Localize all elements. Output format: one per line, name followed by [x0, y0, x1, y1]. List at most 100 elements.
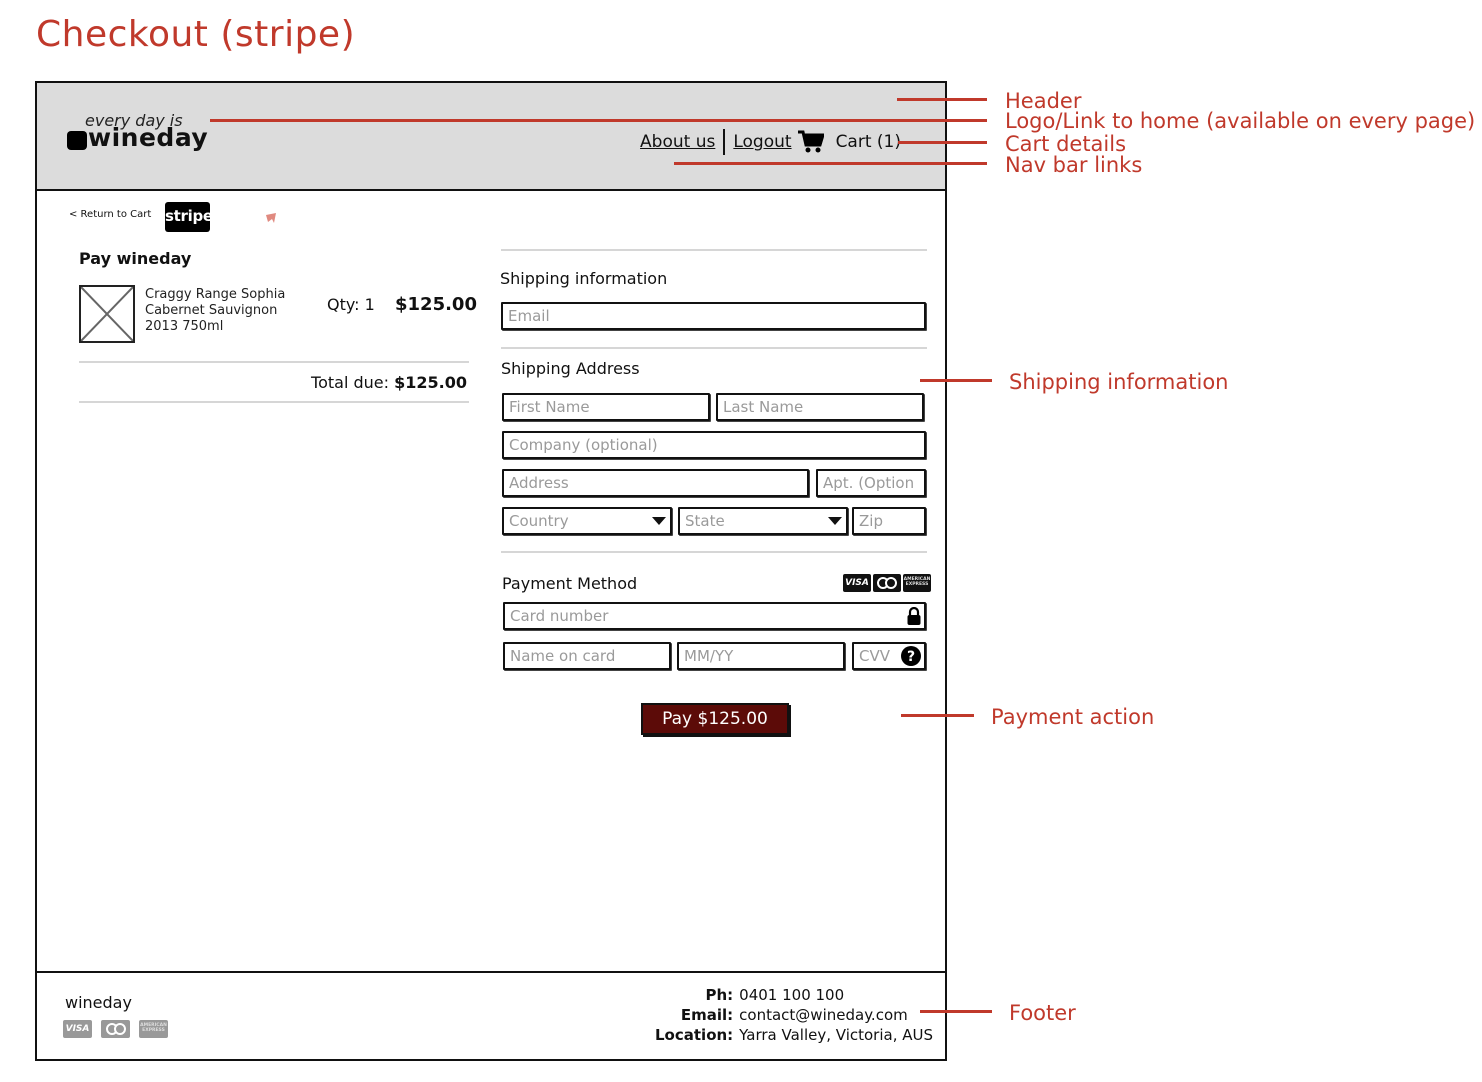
- product-name-line: 2013 750ml: [145, 319, 224, 334]
- cart-link[interactable]: Cart (1): [797, 130, 901, 154]
- footer-accepted-cards: VISA AMERICAN EXPRESS: [63, 1020, 168, 1038]
- product-name-line: Cabernet Sauvignon: [145, 303, 278, 318]
- site-footer: wineday VISA AMERICAN EXPRESS Ph: 0401 100…: [37, 971, 945, 1059]
- divider: [79, 401, 469, 403]
- contact-email: Email: contact@wineday.com: [613, 1005, 933, 1025]
- product-name: Craggy Range Sophia Cabernet Sauvignon 2…: [145, 287, 305, 335]
- page-title: Checkout (stripe): [36, 14, 356, 55]
- apt-placeholder: Apt. (Option: [823, 474, 915, 492]
- mastercard-icon: [101, 1020, 130, 1038]
- name-on-card-field[interactable]: Name on card: [503, 642, 671, 670]
- expiry-placeholder: MM/YY: [684, 647, 734, 665]
- annotation-line: [674, 162, 987, 165]
- product-image-placeholder: [79, 285, 135, 343]
- email-placeholder: Email: [508, 307, 550, 325]
- contact-key: Location:: [655, 1026, 734, 1044]
- order-summary-title: Pay wineday: [79, 249, 192, 268]
- cart-count: Cart (1): [835, 132, 901, 152]
- shipping-information-label: Shipping information: [500, 269, 668, 288]
- product-quantity: Qty: 1: [327, 295, 375, 314]
- divider: [501, 551, 927, 553]
- dropdown-caret-icon: [652, 517, 666, 525]
- last-name-placeholder: Last Name: [723, 398, 804, 416]
- annotation-line: [901, 714, 974, 717]
- shipping-address-label: Shipping Address: [501, 359, 640, 378]
- contact-value: Yarra Valley, Victoria, AUS: [739, 1026, 933, 1044]
- state-select[interactable]: State: [678, 507, 848, 535]
- contact-value: 0401 100 100: [739, 986, 845, 1004]
- address-field[interactable]: Address: [502, 469, 809, 497]
- total-due-label: Total due:: [311, 373, 390, 392]
- annotation-payment: Payment action: [991, 705, 1155, 729]
- divider: [501, 249, 927, 251]
- annotation-line: [898, 141, 987, 144]
- nav-bar: About us Logout Cart (1): [640, 129, 901, 155]
- dropdown-caret-icon: [828, 517, 842, 525]
- nav-about-link[interactable]: About us: [640, 132, 715, 152]
- state-placeholder: State: [685, 512, 725, 530]
- help-icon[interactable]: ?: [901, 646, 921, 666]
- first-name-field[interactable]: First Name: [502, 393, 710, 421]
- amex-icon: AMERICAN EXPRESS: [903, 574, 931, 592]
- return-to-cart-link[interactable]: < Return to Cart: [69, 209, 151, 220]
- email-field[interactable]: Email: [501, 302, 926, 330]
- annotation-shipping: Shipping information: [1009, 370, 1229, 394]
- annotation-nav: Nav bar links: [1005, 153, 1143, 177]
- shopping-cart-icon: [797, 130, 824, 153]
- annotation-line: [210, 119, 987, 122]
- annotation-line: [897, 98, 987, 101]
- contact-key: Email:: [680, 1006, 734, 1024]
- annotation-line: [920, 379, 992, 382]
- contact-phone: Ph: 0401 100 100: [613, 985, 933, 1005]
- annotation-cart: Cart details: [1005, 132, 1127, 156]
- card-number-placeholder: Card number: [510, 607, 609, 625]
- footer-brand: wineday: [65, 993, 132, 1012]
- nav-logout-link[interactable]: Logout: [733, 132, 791, 152]
- zip-placeholder: Zip: [859, 512, 883, 530]
- accepted-cards: VISA AMERICAN EXPRESS: [843, 574, 931, 592]
- company-placeholder: Company (optional): [509, 436, 658, 454]
- divider: [79, 361, 469, 363]
- note-marker-icon: [266, 213, 276, 223]
- visa-icon: VISA: [63, 1020, 92, 1038]
- product-price: $125.00: [395, 294, 477, 315]
- logo-name: wineday: [88, 123, 209, 152]
- cvv-placeholder: CVV: [859, 647, 890, 665]
- name-on-card-placeholder: Name on card: [510, 647, 616, 665]
- site-header: every day is wineday About us Logout Car…: [37, 83, 945, 191]
- company-field[interactable]: Company (optional): [502, 431, 926, 459]
- country-select[interactable]: Country: [502, 507, 672, 535]
- annotation-footer: Footer: [1009, 1001, 1076, 1025]
- visa-icon: VISA: [843, 574, 871, 592]
- cvv-field[interactable]: CVV ?: [852, 642, 926, 670]
- product-name-line: Craggy Range Sophia: [145, 287, 286, 302]
- nav-divider: [723, 129, 726, 155]
- svg-text:?: ?: [907, 649, 915, 665]
- contact-value: contact@wineday.com: [739, 1006, 908, 1024]
- contact-key: Ph:: [705, 986, 734, 1004]
- last-name-field[interactable]: Last Name: [716, 393, 924, 421]
- lock-icon: [907, 607, 921, 625]
- expiry-field[interactable]: MM/YY: [677, 642, 845, 670]
- first-name-placeholder: First Name: [509, 398, 590, 416]
- total-due-value: $125.00: [394, 373, 467, 392]
- pay-button[interactable]: Pay $125.00: [641, 703, 789, 735]
- annotation-line: [920, 1010, 992, 1013]
- logo-mark-icon: [67, 131, 87, 150]
- total-due: Total due: $125.00: [311, 373, 467, 392]
- amex-icon: AMERICAN EXPRESS: [139, 1020, 168, 1038]
- divider: [501, 347, 927, 349]
- apt-field[interactable]: Apt. (Option: [816, 469, 926, 497]
- logo-home-link[interactable]: every day is wineday: [67, 111, 209, 161]
- stripe-logo: stripe: [165, 202, 213, 232]
- country-placeholder: Country: [509, 512, 569, 530]
- contact-info: Ph: 0401 100 100 Email: contact@wineday.co…: [613, 985, 933, 1045]
- mastercard-icon: [873, 574, 901, 592]
- payment-method-label: Payment Method: [502, 574, 638, 593]
- wireframe-page: every day is wineday About us Logout Car…: [35, 81, 947, 1061]
- address-placeholder: Address: [509, 474, 569, 492]
- zip-field[interactable]: Zip: [852, 507, 926, 535]
- annotation-logo: Logo/Link to home (available on every pa…: [1005, 109, 1476, 133]
- card-number-field[interactable]: Card number: [503, 602, 926, 630]
- contact-location: Location: Yarra Valley, Victoria, AUS: [613, 1025, 933, 1045]
